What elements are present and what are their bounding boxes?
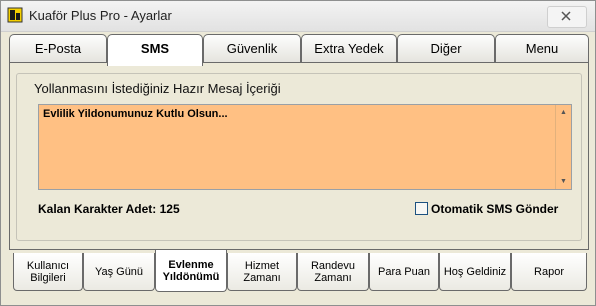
- tab-diger[interactable]: Diğer: [397, 34, 495, 62]
- tab-label-line1: Hoş Geldiniz: [443, 265, 507, 278]
- settings-window: Kuaför Plus Pro - Ayarlar E-Posta SMS Gü…: [0, 0, 596, 306]
- scroll-up-icon[interactable]: ▲: [560, 109, 567, 116]
- auto-sms-checkbox[interactable]: Otomatik SMS Gönder: [415, 202, 558, 216]
- sms-settings-panel: Yollanmasını İstediğiniz Hazır Mesaj İçe…: [9, 62, 589, 250]
- tab-label-line2: Zamanı: [314, 271, 352, 284]
- tab-label-line1: Evlenme: [168, 258, 214, 271]
- bottom-tab-yas-gunu[interactable]: Yaş Günü: [83, 253, 155, 291]
- tab-label-line2: Bilgileri: [30, 271, 66, 284]
- bottom-tab-kullanici-bilgileri[interactable]: Kullanıcı Bilgileri: [13, 253, 83, 291]
- tab-label-line1: Hizmet: [244, 259, 280, 272]
- top-tab-bar: E-Posta SMS Güvenlik Extra Yedek Diğer M…: [9, 34, 589, 66]
- close-icon: [561, 11, 571, 21]
- auto-sms-label: Otomatik SMS Gönder: [431, 202, 559, 216]
- message-textarea[interactable]: Evlilik Yildonumunuz Kutlu Olsun... ▲ ▼: [38, 104, 572, 190]
- tab-label-line2: Zamanı: [243, 271, 281, 284]
- window-title: Kuaför Plus Pro - Ayarlar: [29, 8, 172, 23]
- tab-guvenlik[interactable]: Güvenlik: [203, 34, 301, 62]
- bottom-tab-para-puan[interactable]: Para Puan: [369, 253, 439, 291]
- bottom-tab-rapor[interactable]: Rapor: [511, 253, 587, 291]
- tab-e-posta[interactable]: E-Posta: [9, 34, 107, 62]
- bottom-tab-randevu-zamani[interactable]: Randevu Zamanı: [297, 253, 369, 291]
- bottom-tab-bar: Kullanıcı Bilgileri Yaş Günü Evlenme Yıl…: [13, 250, 591, 295]
- message-text: Evlilik Yildonumunuz Kutlu Olsun...: [43, 108, 228, 120]
- tab-sms[interactable]: SMS: [107, 34, 203, 66]
- tab-label-line1: Randevu: [310, 259, 356, 272]
- message-scrollbar[interactable]: ▲ ▼: [555, 105, 571, 189]
- remaining-characters-label: Kalan Karakter Adet: 125: [38, 202, 180, 216]
- tab-label-line2: Yıldönümü: [162, 270, 220, 283]
- bottom-tab-hizmet-zamani[interactable]: Hizmet Zamanı: [227, 253, 297, 291]
- app-logo-icon: [7, 7, 23, 23]
- checkbox-icon[interactable]: [415, 202, 428, 215]
- group-title: Yollanmasını İstediğiniz Hazır Mesaj İçe…: [30, 81, 285, 96]
- tab-label-line1: Rapor: [534, 265, 564, 278]
- tab-extra-yedek[interactable]: Extra Yedek: [301, 34, 397, 62]
- tab-label-line1: Yaş Günü: [94, 265, 144, 278]
- scroll-down-icon[interactable]: ▼: [560, 178, 567, 185]
- tab-label-line1: Para Puan: [378, 265, 430, 278]
- bottom-tab-hos-geldiniz[interactable]: Hoş Geldiniz: [439, 253, 511, 291]
- title-bar: Kuaför Plus Pro - Ayarlar: [1, 1, 595, 32]
- close-button[interactable]: [547, 6, 587, 28]
- bottom-tab-evlenme-yildonumu[interactable]: Evlenme Yıldönümü: [155, 250, 227, 292]
- tab-label-line1: Kullanıcı: [26, 259, 70, 272]
- tab-menu[interactable]: Menu: [495, 34, 589, 62]
